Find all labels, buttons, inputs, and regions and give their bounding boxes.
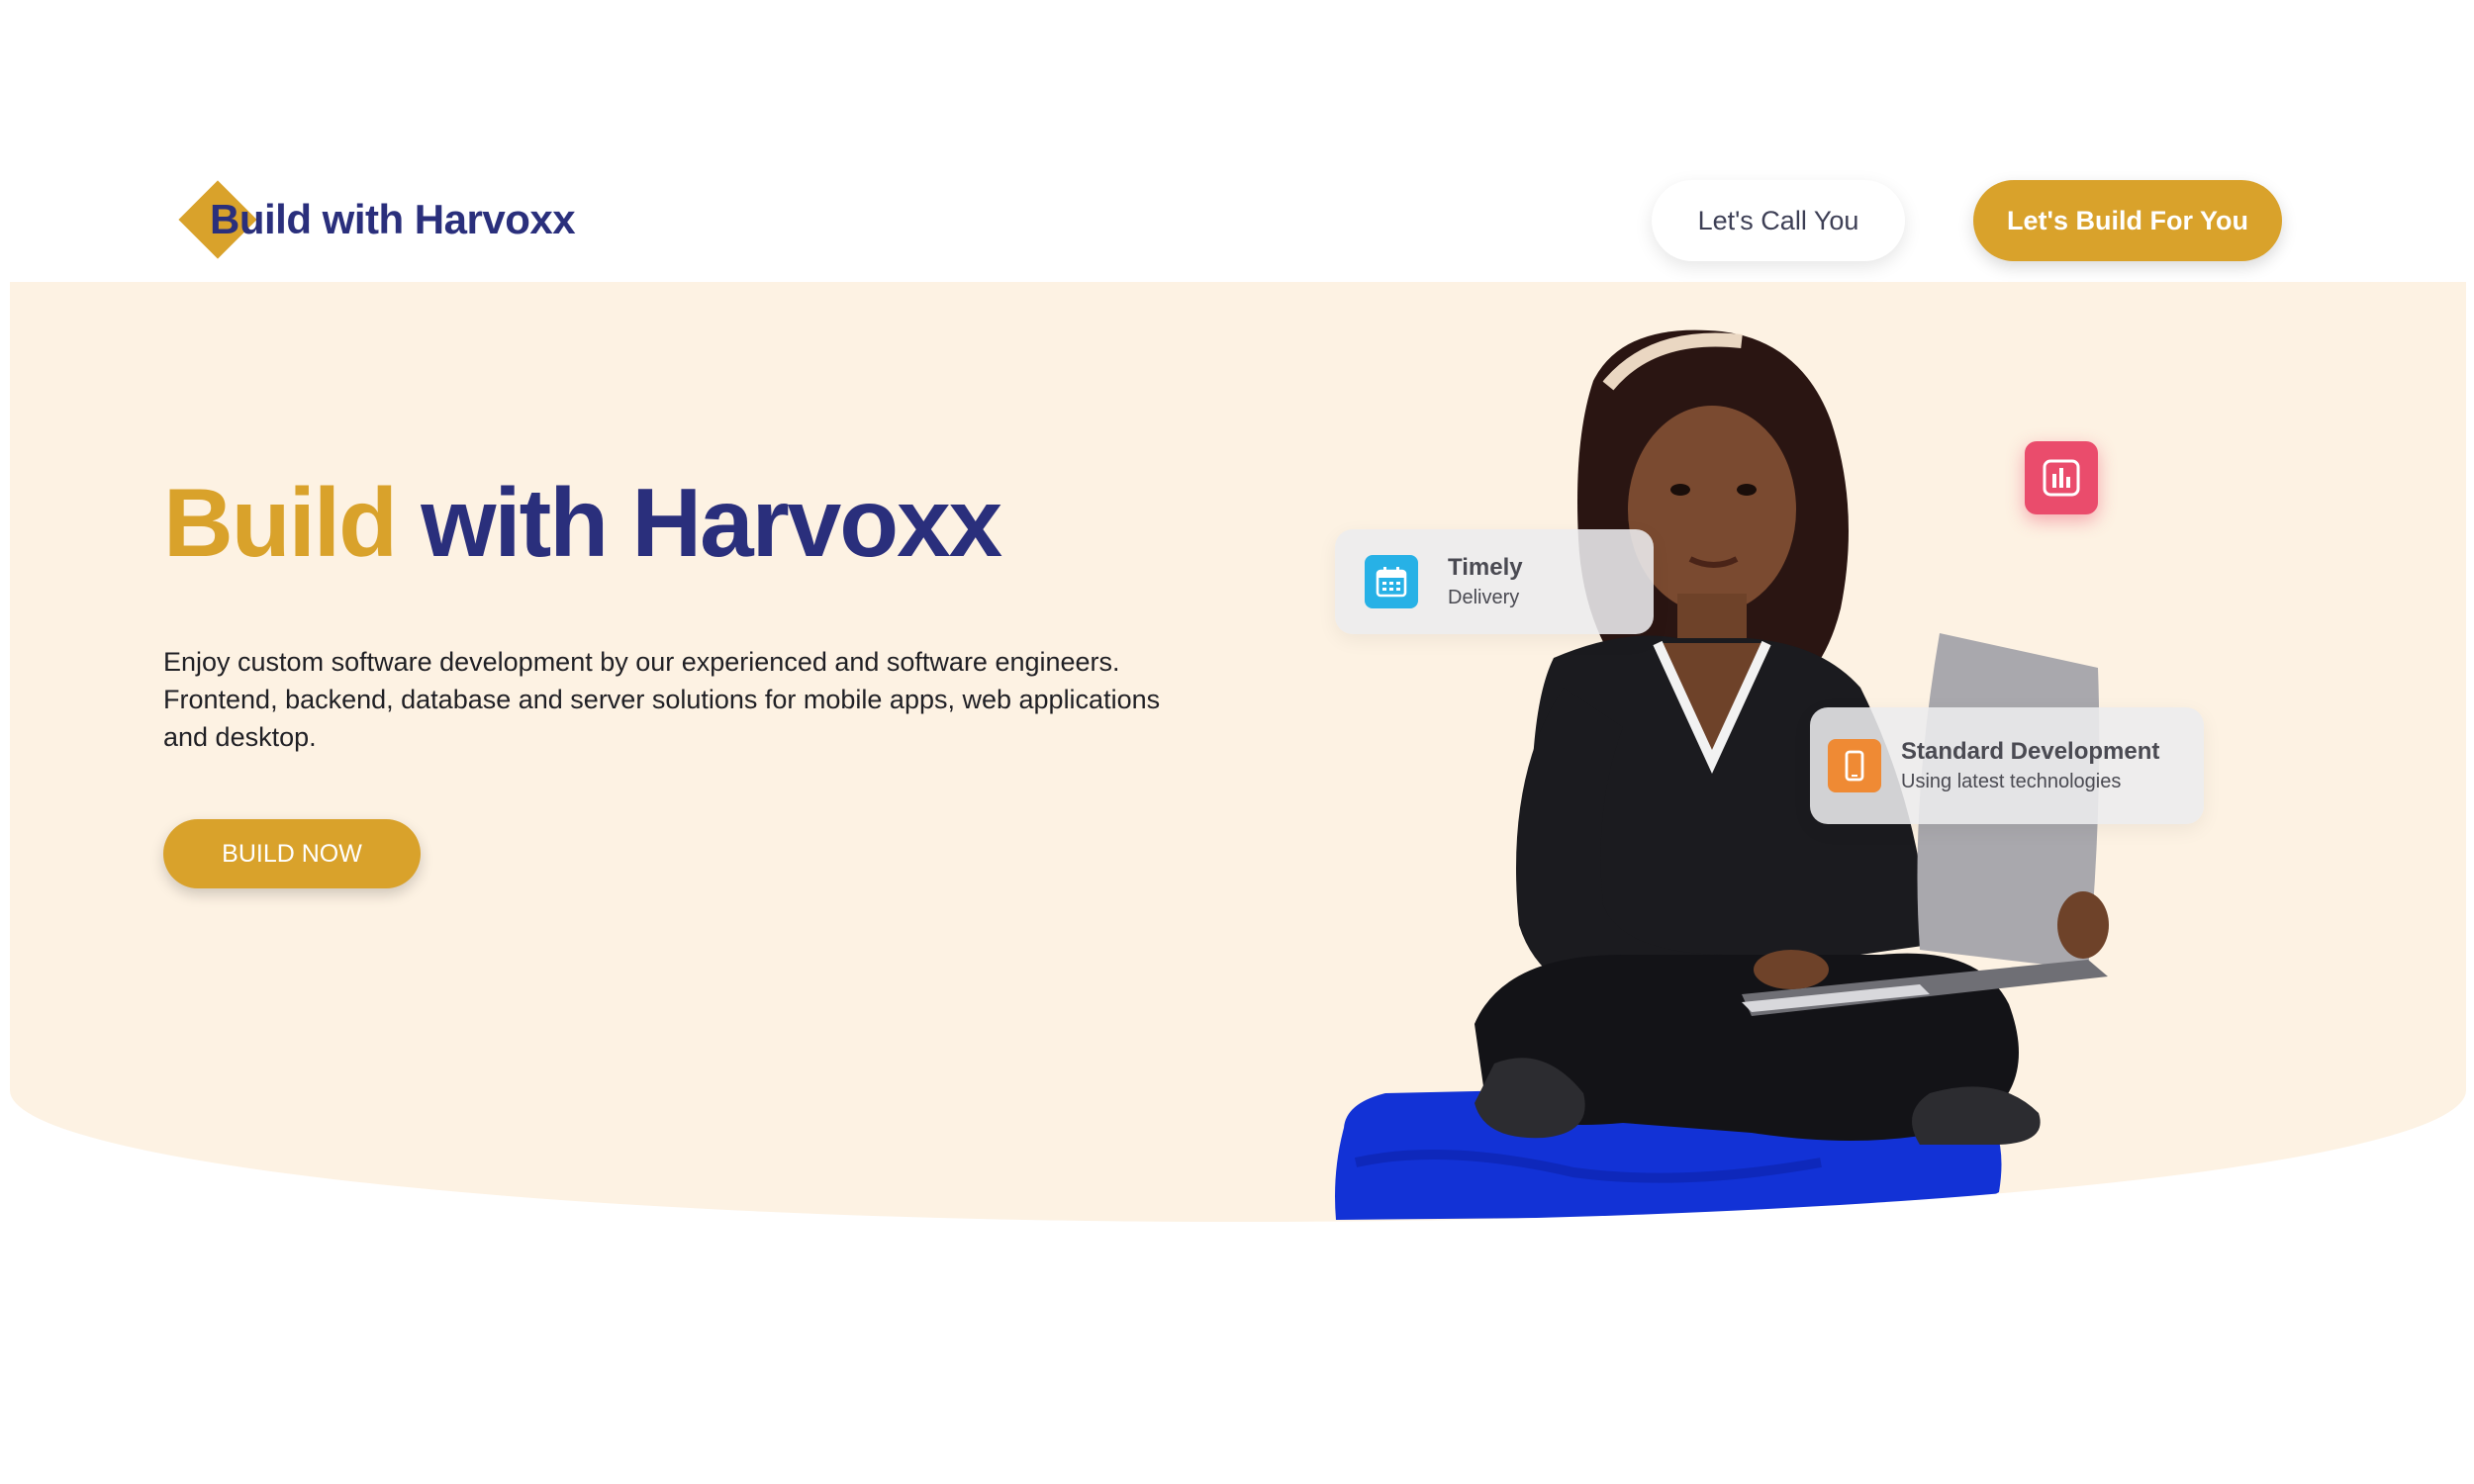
hero-section: Build with Harvoxx Enjoy custom software… bbox=[10, 282, 2466, 1222]
lets-call-you-button[interactable]: Let's Call You bbox=[1652, 180, 1905, 261]
hero-title: Build with Harvoxx bbox=[163, 468, 1002, 577]
bar-chart-icon bbox=[2025, 441, 2098, 514]
standard-card-subtitle: Using latest technologies bbox=[1901, 771, 2122, 792]
timely-delivery-card: Timely Delivery bbox=[1335, 529, 1654, 634]
timely-card-subtitle: Delivery bbox=[1448, 587, 1520, 608]
hero-title-highlight: Build bbox=[163, 468, 398, 577]
standard-development-card: Standard Development Using latest techno… bbox=[1810, 707, 2204, 824]
calendar-icon bbox=[1365, 555, 1418, 608]
hero-description: Enjoy custom software development by our… bbox=[163, 647, 1161, 752]
logo-text: Build with Harvoxx bbox=[210, 196, 576, 242]
build-now-button[interactable]: BUILD NOW bbox=[163, 819, 421, 888]
site-header: Build with Harvoxx Let's Call You Let's … bbox=[0, 0, 2474, 282]
standard-card-title: Standard Development bbox=[1901, 738, 2160, 765]
brand-logo[interactable]: Build with Harvoxx bbox=[178, 180, 576, 259]
timely-card-title: Timely bbox=[1448, 554, 1523, 581]
mobile-phone-icon bbox=[1828, 739, 1881, 792]
hero-title-rest: with Harvoxx bbox=[421, 468, 1002, 577]
lets-build-for-you-button[interactable]: Let's Build For You bbox=[1973, 180, 2282, 261]
